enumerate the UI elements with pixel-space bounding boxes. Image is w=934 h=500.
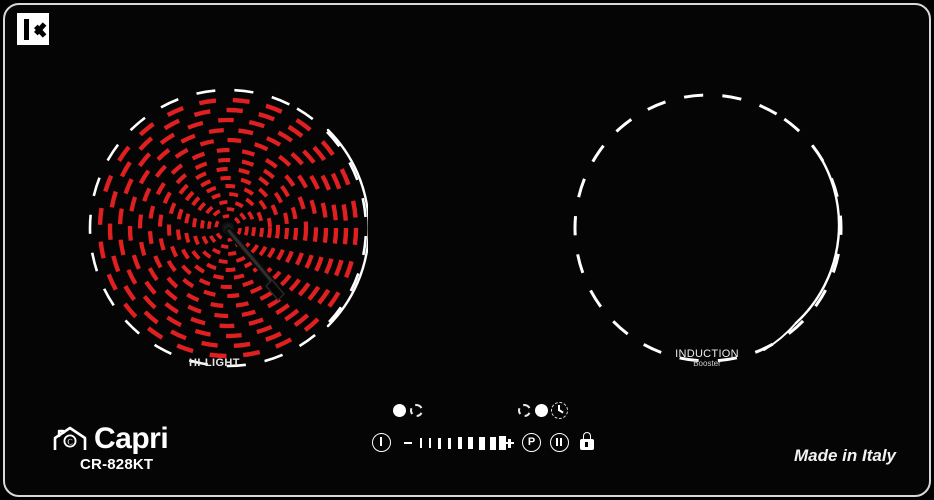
timer-hand-hour xyxy=(558,409,564,414)
indicator-row xyxy=(360,398,605,422)
child-lock-button[interactable] xyxy=(579,432,594,452)
slider-step-7[interactable] xyxy=(479,436,485,450)
zone-left-type-label: HI-LIGHT xyxy=(189,357,240,369)
cooking-zone-right-induction[interactable] xyxy=(568,88,848,368)
cooking-zone-left-hilight[interactable] xyxy=(88,88,368,368)
slider-plus-icon-vertical[interactable] xyxy=(508,438,511,448)
right-zone-indicator-filled[interactable] xyxy=(535,404,548,417)
brand-block: C Capri xyxy=(52,422,169,455)
brand-name: Capri xyxy=(94,422,169,455)
svg-text:C: C xyxy=(67,438,72,447)
heat-level-slider[interactable] xyxy=(404,433,514,453)
slider-step-1[interactable] xyxy=(420,438,422,448)
made-in-label: Made in Italy xyxy=(793,446,896,465)
slider-step-8[interactable] xyxy=(490,436,496,450)
slider-step-3[interactable] xyxy=(438,437,441,449)
slider-step-4[interactable] xyxy=(448,437,451,449)
booster-label: P xyxy=(527,436,536,448)
hilight-element-graphic xyxy=(88,88,368,368)
pause-button[interactable] xyxy=(550,433,569,452)
lock-icon-keyhole xyxy=(585,442,588,447)
booster-button[interactable]: P xyxy=(522,433,541,452)
pause-icon-bar-left xyxy=(556,438,559,446)
timer-clock-icon[interactable] xyxy=(551,402,568,419)
power-button[interactable] xyxy=(372,433,391,452)
slider-minus-icon[interactable] xyxy=(404,442,412,445)
cooktop-surface: HI-LIGHT INDUCTION Booster P C Capri CR-… xyxy=(0,0,934,500)
power-icon xyxy=(380,437,383,446)
logo-chevron-glyph xyxy=(30,19,44,40)
induction-zone-graphic xyxy=(573,93,843,363)
slider-step-2[interactable] xyxy=(429,438,431,448)
left-zone-indicator-dashed[interactable] xyxy=(410,404,423,417)
left-zone-indicator-filled[interactable] xyxy=(393,404,406,417)
model-number: CR-828KT xyxy=(80,456,154,473)
manufacturer-logo xyxy=(17,13,49,45)
pause-icon-bar-right xyxy=(560,438,563,446)
button-row: P xyxy=(360,428,605,458)
control-panel: P xyxy=(360,398,605,464)
house-logo-icon: C xyxy=(52,426,88,452)
right-zone-indicator-dashed[interactable] xyxy=(518,404,531,417)
slider-step-5[interactable] xyxy=(458,437,462,449)
zone-right-booster-label: Booster xyxy=(693,359,721,368)
slider-step-6[interactable] xyxy=(468,437,473,449)
logo-bar-glyph xyxy=(24,19,29,40)
